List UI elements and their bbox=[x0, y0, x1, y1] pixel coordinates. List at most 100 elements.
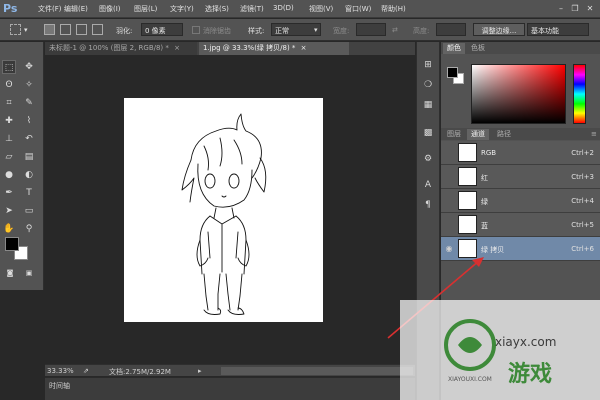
healing-tool-icon[interactable]: ✚ bbox=[2, 114, 16, 128]
visibility-toggle[interactable] bbox=[444, 148, 454, 158]
stamp-tool-icon[interactable]: ⊥ bbox=[2, 132, 16, 146]
menu-select[interactable]: 选择(S) bbox=[205, 4, 229, 14]
dodge-tool-icon[interactable]: ◐ bbox=[22, 168, 36, 182]
blur-tool-icon[interactable]: ● bbox=[2, 168, 16, 182]
eyedropper-tool-icon[interactable]: ✎ bbox=[22, 96, 36, 110]
channel-shortcut: Ctrl+2 bbox=[571, 149, 594, 157]
tab-close-icon[interactable]: × bbox=[174, 44, 180, 52]
zoom-tool-icon[interactable]: ⚲ bbox=[22, 222, 36, 236]
channel-name: 绿 bbox=[481, 198, 488, 206]
workspace-select[interactable]: 基本功能 bbox=[527, 23, 589, 36]
tab-swatches[interactable]: 色板 bbox=[467, 43, 489, 54]
tab-close-icon[interactable]: × bbox=[301, 44, 307, 52]
channel-name: 红 bbox=[481, 174, 488, 182]
document-tab-bar: 未标题-1 @ 100% (图层 2, RGB/8) * × 1.jpg @ 3… bbox=[45, 42, 415, 55]
add-selection-icon[interactable] bbox=[60, 24, 71, 35]
channel-row-blue[interactable]: 蓝 Ctrl+5 bbox=[441, 213, 600, 237]
new-selection-icon[interactable] bbox=[44, 24, 55, 35]
menu-type[interactable]: 文字(Y) bbox=[170, 4, 194, 14]
antialias-checkbox[interactable] bbox=[192, 26, 200, 34]
tab-label: 1.jpg @ 33.3%(绿 拷贝/8) * bbox=[203, 44, 296, 52]
history-brush-tool-icon[interactable]: ↶ bbox=[22, 132, 36, 146]
feather-input[interactable]: 0 像素 bbox=[141, 23, 183, 36]
intersect-selection-icon[interactable] bbox=[92, 24, 103, 35]
watermark-subtext: XIAYOUXI.COM bbox=[448, 376, 492, 383]
preset-arrow-icon[interactable]: ▾ bbox=[24, 26, 28, 34]
photoshop-logo: Ps bbox=[3, 2, 18, 15]
hue-slider[interactable] bbox=[573, 64, 586, 124]
tab-color[interactable]: 颜色 bbox=[443, 43, 465, 54]
color-saturation-field[interactable] bbox=[471, 64, 566, 124]
brush-panel-icon[interactable]: ❍ bbox=[420, 78, 436, 92]
menu-image[interactable]: 图像(I) bbox=[99, 4, 121, 14]
adjustments-panel-icon[interactable]: ⚙ bbox=[420, 152, 436, 166]
status-menu-arrow-icon[interactable]: ▸ bbox=[198, 367, 202, 375]
menu-3d[interactable]: 3D(D) bbox=[273, 4, 294, 12]
channel-row-green[interactable]: 绿 Ctrl+4 bbox=[441, 189, 600, 213]
screen-mode-icon[interactable]: ▣ bbox=[22, 266, 36, 280]
channel-shortcut: Ctrl+3 bbox=[571, 173, 594, 181]
menu-view[interactable]: 视图(V) bbox=[309, 4, 333, 14]
channel-name: RGB bbox=[481, 149, 497, 157]
menu-file[interactable]: 文件(F) bbox=[38, 4, 62, 14]
hand-tool-icon[interactable]: ✋ bbox=[2, 222, 16, 236]
marquee-preset-icon[interactable] bbox=[10, 24, 21, 35]
pen-tool-icon[interactable]: ✒ bbox=[2, 186, 16, 200]
channel-thumbnail bbox=[458, 167, 477, 186]
close-icon[interactable]: ✕ bbox=[585, 4, 595, 14]
tab-layers[interactable]: 图层 bbox=[443, 129, 465, 140]
lasso-tool-icon[interactable]: ʘ bbox=[2, 78, 16, 92]
crop-tool-icon[interactable]: ⌗ bbox=[2, 96, 16, 110]
channel-row-rgb[interactable]: RGB Ctrl+2 bbox=[441, 141, 600, 165]
swap-icon[interactable]: ⇄ bbox=[392, 26, 398, 34]
move-tool-icon[interactable]: ✥ bbox=[22, 60, 36, 74]
gradient-tool-icon[interactable]: ▤ bbox=[22, 150, 36, 164]
eraser-tool-icon[interactable]: ▱ bbox=[2, 150, 16, 164]
tab-paths[interactable]: 路径 bbox=[493, 129, 515, 140]
swatches-panel-icon[interactable]: ▩ bbox=[420, 126, 436, 140]
menu-help[interactable]: 帮助(H) bbox=[381, 4, 406, 14]
style-label: 样式: bbox=[248, 27, 265, 35]
foreground-color-swatch[interactable] bbox=[5, 237, 19, 251]
tab-channels[interactable]: 通道 bbox=[467, 129, 489, 140]
menu-window[interactable]: 窗口(W) bbox=[345, 4, 371, 14]
character-sketch-image bbox=[181, 113, 267, 315]
paragraph-panel-icon[interactable]: ¶ bbox=[420, 198, 436, 212]
timeline-label[interactable]: 时间轴 bbox=[49, 381, 70, 391]
visibility-toggle[interactable] bbox=[444, 196, 454, 206]
subtract-selection-icon[interactable] bbox=[76, 24, 87, 35]
panel-menu-icon[interactable]: ≡ bbox=[587, 129, 600, 140]
channel-row-red[interactable]: 红 Ctrl+3 bbox=[441, 165, 600, 189]
visibility-toggle[interactable] bbox=[444, 220, 454, 230]
horizontal-scrollbar[interactable] bbox=[221, 367, 413, 375]
rect-marquee-tool-icon[interactable]: ⬚ bbox=[2, 60, 16, 74]
quick-mask-icon[interactable]: ◙ bbox=[3, 266, 17, 280]
status-share-icon[interactable]: ⇗ bbox=[83, 367, 89, 375]
width-label: 宽度: bbox=[333, 27, 350, 35]
height-input[interactable] bbox=[436, 23, 466, 36]
menu-layer[interactable]: 图层(L) bbox=[134, 4, 157, 14]
shape-tool-icon[interactable]: ▭ bbox=[22, 204, 36, 218]
path-select-tool-icon[interactable]: ➤ bbox=[2, 204, 16, 218]
tab-untitled-1[interactable]: 未标题-1 @ 100% (图层 2, RGB/8) * × bbox=[45, 42, 197, 55]
refine-edge-button[interactable]: 调整边缘... bbox=[473, 23, 525, 36]
character-panel-icon[interactable]: A bbox=[420, 178, 436, 192]
minimize-icon[interactable]: – bbox=[556, 4, 566, 14]
type-tool-icon[interactable]: T bbox=[22, 186, 36, 200]
magic-wand-tool-icon[interactable]: ✧ bbox=[22, 78, 36, 92]
tab-1jpg[interactable]: 1.jpg @ 33.3%(绿 拷贝/8) * × bbox=[199, 42, 349, 55]
properties-panel-icon[interactable]: ▦ bbox=[420, 98, 436, 112]
document-canvas[interactable] bbox=[124, 98, 323, 322]
history-panel-icon[interactable]: ⊞ bbox=[420, 58, 436, 72]
restore-icon[interactable]: ❐ bbox=[570, 4, 580, 14]
zoom-level[interactable]: 33.33% bbox=[47, 367, 74, 375]
document-size: 文档:2.75M/2.92M bbox=[109, 368, 171, 376]
channel-name: 蓝 bbox=[481, 222, 488, 230]
brush-tool-icon[interactable]: ⌇ bbox=[22, 114, 36, 128]
menu-filter[interactable]: 滤镜(T) bbox=[240, 4, 264, 14]
menu-edit[interactable]: 编辑(E) bbox=[64, 4, 88, 14]
visibility-toggle[interactable] bbox=[444, 172, 454, 182]
width-input[interactable] bbox=[356, 23, 386, 36]
style-select-arrow-icon: ▾ bbox=[314, 26, 318, 34]
panel-foreground-swatch[interactable] bbox=[447, 67, 458, 78]
